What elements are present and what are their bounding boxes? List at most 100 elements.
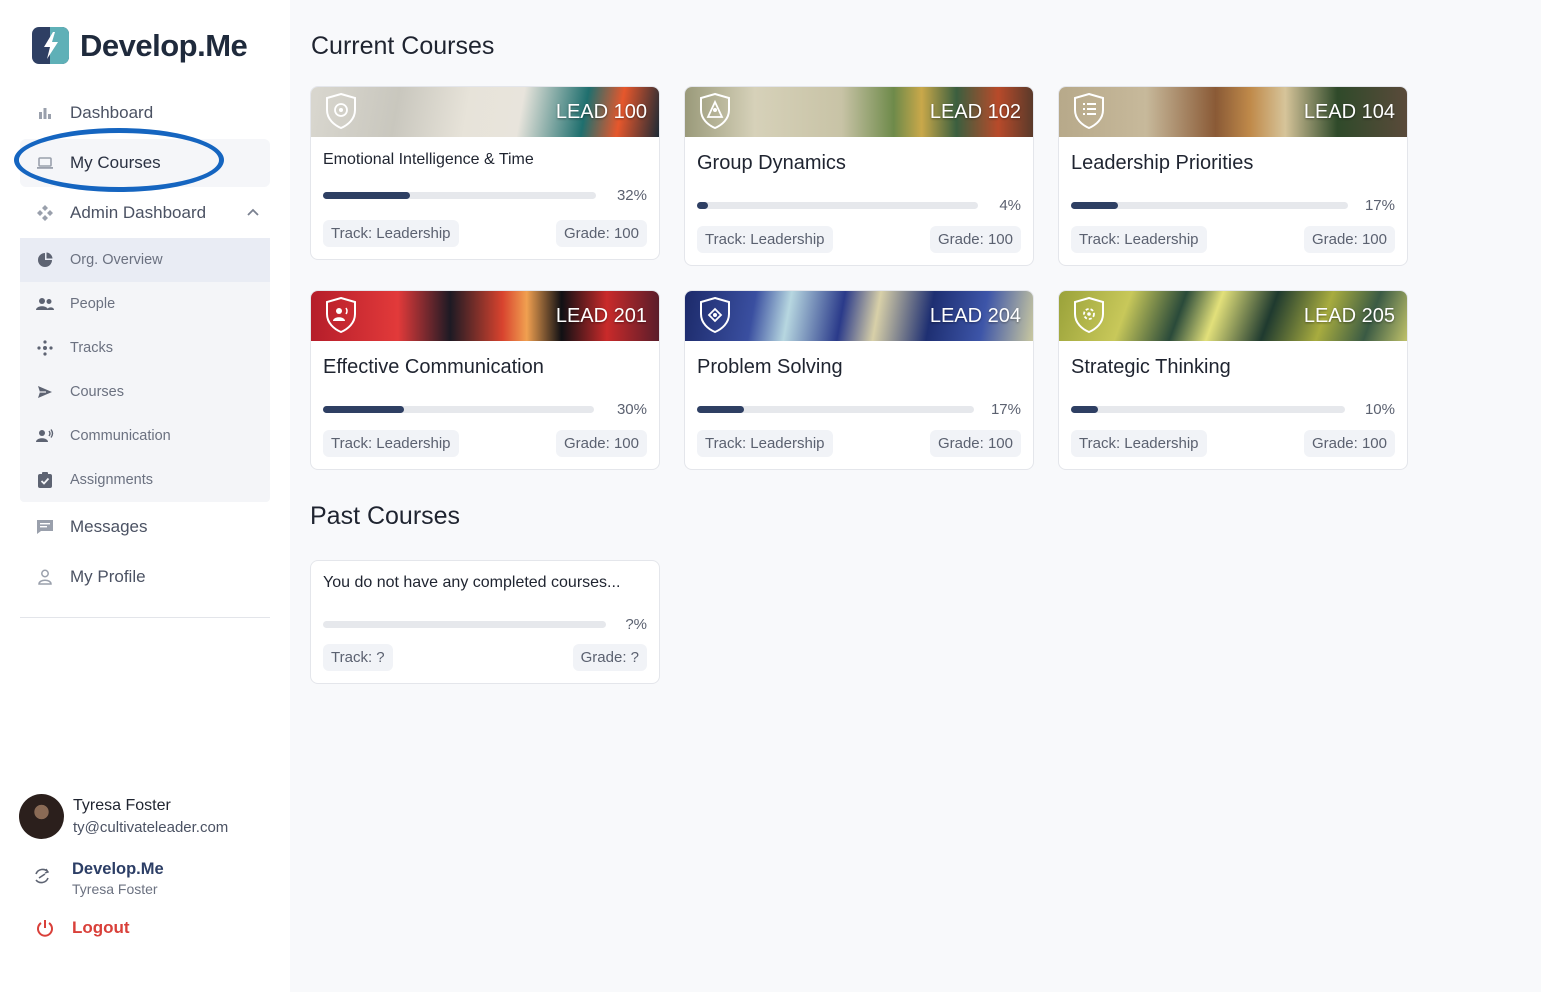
sidebar-divider bbox=[20, 617, 270, 618]
logout-label: Logout bbox=[72, 918, 130, 937]
bolt-logo-icon bbox=[32, 27, 69, 64]
gear-shield-icon bbox=[1074, 297, 1104, 333]
grade-chip: Grade: ? bbox=[572, 644, 647, 671]
subnav-assignments-label: Assignments bbox=[70, 472, 154, 488]
past-course-message: You do not have any completed courses... bbox=[323, 574, 621, 591]
subnav-people-label: People bbox=[70, 296, 116, 312]
progress-percent: 17% bbox=[990, 401, 1021, 418]
course-card[interactable]: LEAD 204 Problem Solving 17% Track: Lead… bbox=[684, 290, 1034, 470]
user-card[interactable]: Tyresa Foster ty@cultivateleader.com bbox=[19, 794, 228, 839]
track-chip: Track: Leadership bbox=[697, 226, 833, 253]
course-card[interactable]: LEAD 201 Effective Communication 30% Tra… bbox=[310, 290, 660, 470]
subnav-people[interactable]: People bbox=[20, 282, 270, 326]
chevron-up-icon[interactable] bbox=[244, 203, 262, 221]
progress-fill bbox=[1071, 202, 1119, 209]
tracks-icon bbox=[36, 339, 54, 357]
bar-chart-icon bbox=[36, 104, 54, 122]
target-shield-icon bbox=[326, 93, 356, 129]
nav-my-profile[interactable]: My Profile bbox=[20, 553, 270, 601]
group-shield-icon bbox=[700, 93, 730, 129]
progress-percent: 10% bbox=[1364, 401, 1395, 418]
subnav-assignments[interactable]: Assignments bbox=[20, 458, 270, 502]
past-course-progress: ?% bbox=[323, 616, 647, 633]
person-icon bbox=[36, 568, 54, 586]
course-progress: 4% bbox=[697, 197, 1021, 214]
track-chip: Track: Leadership bbox=[1071, 430, 1207, 457]
progress-fill bbox=[697, 202, 709, 209]
course-title: Problem Solving bbox=[697, 356, 843, 378]
progress-percent: 32% bbox=[616, 187, 647, 204]
course-code: LEAD 205 bbox=[1303, 305, 1395, 327]
course-title: Leadership Priorities bbox=[1071, 152, 1254, 174]
person-speaking-icon bbox=[36, 427, 54, 445]
subnav-tracks[interactable]: Tracks bbox=[20, 326, 270, 370]
course-card[interactable]: LEAD 104 Leadership Priorities 17% Track… bbox=[1058, 86, 1408, 266]
switch-org-icon bbox=[32, 866, 58, 892]
course-title: Emotional Intelligence & Time bbox=[323, 151, 534, 168]
org-switcher[interactable]: Develop.Me Tyresa Foster bbox=[32, 858, 164, 897]
progress-fill bbox=[323, 406, 405, 413]
course-banner-image: LEAD 104 bbox=[1059, 87, 1407, 137]
course-title: Strategic Thinking bbox=[1071, 356, 1231, 378]
user-email: ty@cultivateleader.com bbox=[73, 819, 229, 836]
subnav-courses-label: Courses bbox=[70, 384, 124, 400]
course-title: Effective Communication bbox=[323, 356, 544, 378]
sidebar: Develop.Me Dashboard My Courses Admin Da… bbox=[0, 0, 290, 992]
avatar bbox=[19, 794, 64, 839]
course-card[interactable]: LEAD 100 Emotional Intelligence & Time 3… bbox=[310, 86, 660, 260]
course-banner-image: LEAD 201 bbox=[311, 291, 659, 341]
progress-fill bbox=[697, 406, 745, 413]
track-chip: Track: Leadership bbox=[323, 430, 459, 457]
course-card[interactable]: LEAD 205 Strategic Thinking 10% Track: L… bbox=[1058, 290, 1408, 470]
track-chip: Track: Leadership bbox=[1071, 226, 1207, 253]
speaker-shield-icon bbox=[326, 297, 356, 333]
track-chip: Track: Leadership bbox=[323, 220, 459, 247]
subnav-org-overview-label: Org. Overview bbox=[70, 252, 163, 268]
progress-track bbox=[1071, 202, 1348, 209]
progress-track bbox=[697, 202, 978, 209]
progress-track bbox=[697, 406, 974, 413]
nav-messages-label: Messages bbox=[70, 517, 148, 536]
highlight-annotation bbox=[14, 128, 224, 192]
grade-chip: Grade: 100 bbox=[555, 220, 647, 247]
power-icon bbox=[36, 919, 54, 937]
course-code: LEAD 201 bbox=[555, 305, 647, 327]
course-banner-image: LEAD 204 bbox=[685, 291, 1033, 341]
nav-my-profile-label: My Profile bbox=[70, 567, 146, 586]
current-courses-title: Current Courses bbox=[311, 32, 495, 60]
nav-admin-dashboard[interactable]: Admin Dashboard bbox=[20, 189, 270, 237]
course-banner-image: LEAD 100 bbox=[311, 87, 659, 137]
grade-chip: Grade: 100 bbox=[929, 226, 1021, 253]
course-code: LEAD 100 bbox=[555, 101, 647, 123]
course-progress: 17% bbox=[1071, 197, 1395, 214]
subnav-tracks-label: Tracks bbox=[70, 340, 113, 356]
user-name: Tyresa Foster bbox=[73, 797, 171, 814]
grade-chip: Grade: 100 bbox=[929, 430, 1021, 457]
nav-dashboard-label: Dashboard bbox=[70, 103, 154, 122]
course-progress: 32% bbox=[323, 187, 647, 204]
admin-diamond-icon bbox=[36, 204, 54, 222]
progress-percent: ?% bbox=[625, 616, 647, 633]
subnav-courses[interactable]: Courses bbox=[20, 370, 270, 414]
brand-logo[interactable]: Develop.Me bbox=[32, 27, 248, 64]
progress-fill bbox=[323, 192, 411, 199]
subnav-communication[interactable]: Communication bbox=[20, 414, 270, 458]
clipboard-check-icon bbox=[36, 471, 54, 489]
people-icon bbox=[36, 295, 54, 313]
pie-chart-icon bbox=[36, 251, 54, 269]
course-card[interactable]: LEAD 102 Group Dynamics 4% Track: Leader… bbox=[684, 86, 1034, 266]
subnav-org-overview[interactable]: Org. Overview bbox=[20, 238, 270, 282]
send-icon bbox=[36, 383, 54, 401]
progress-percent: 30% bbox=[616, 401, 647, 418]
list-shield-icon bbox=[1074, 93, 1104, 129]
course-banner-image: LEAD 102 bbox=[685, 87, 1033, 137]
logout-button[interactable]: Logout bbox=[36, 918, 130, 938]
grade-chip: Grade: 100 bbox=[1303, 226, 1395, 253]
course-progress: 17% bbox=[697, 401, 1021, 418]
progress-percent: 17% bbox=[1364, 197, 1395, 214]
progress-track bbox=[323, 192, 596, 199]
nav-messages[interactable]: Messages bbox=[20, 503, 270, 551]
track-chip: Track: ? bbox=[323, 644, 393, 671]
course-code: LEAD 104 bbox=[1303, 101, 1395, 123]
grade-chip: Grade: 100 bbox=[1303, 430, 1395, 457]
